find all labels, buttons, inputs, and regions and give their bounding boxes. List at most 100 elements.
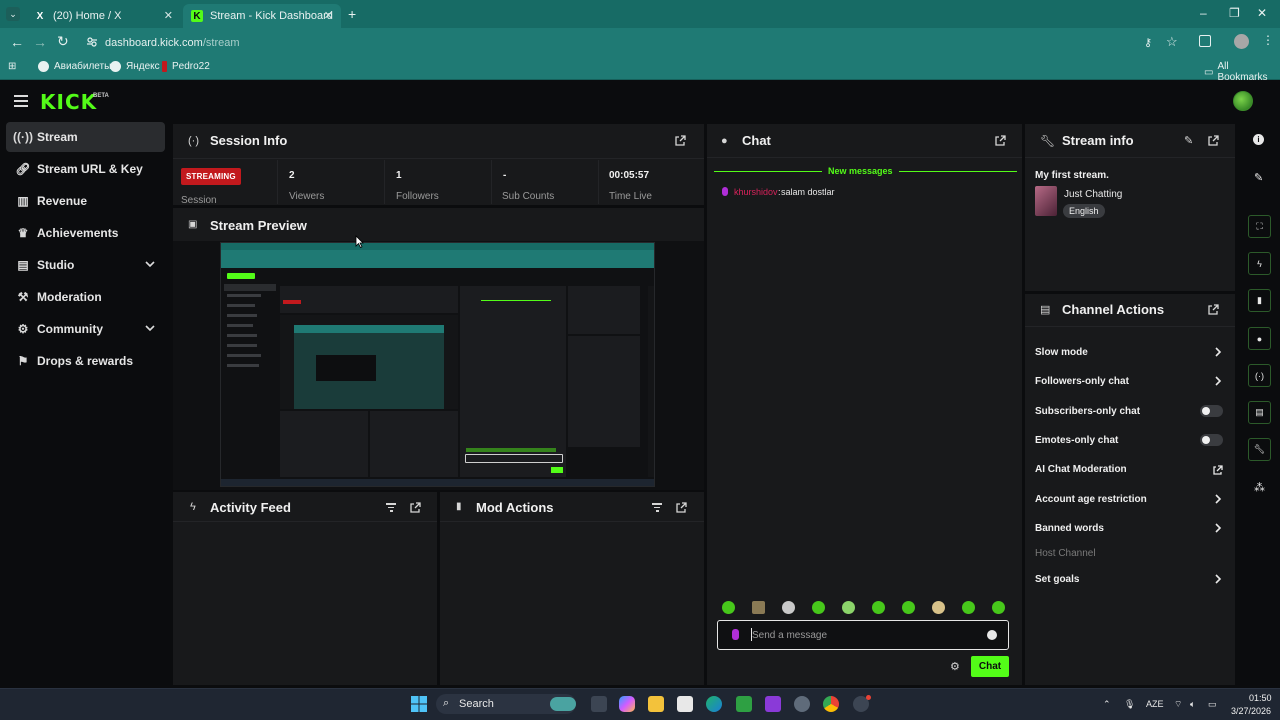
keyboard-language[interactable]: AZE bbox=[1146, 699, 1164, 709]
volume-icon[interactable]: 🔈︎ bbox=[1190, 699, 1195, 710]
set-goals-item[interactable]: Set goals bbox=[1035, 574, 1079, 585]
popout-icon[interactable] bbox=[1208, 135, 1219, 146]
followers-only-item[interactable]: Followers-only chat bbox=[1035, 376, 1129, 387]
sidebar-item-stream-url-key[interactable]: 🔗︎ Stream URL & Key bbox=[6, 154, 165, 184]
banned-words-item[interactable]: Banned words bbox=[1035, 523, 1104, 534]
rail-lightning-icon[interactable]: ϟ bbox=[1248, 252, 1271, 275]
apps-grid-icon[interactable]: ⊞ bbox=[8, 61, 16, 72]
slow-mode-item[interactable]: Slow mode bbox=[1035, 347, 1088, 358]
emote-icon[interactable] bbox=[992, 601, 1005, 614]
mic-icon[interactable] bbox=[732, 629, 739, 640]
popout-icon[interactable] bbox=[1208, 304, 1219, 315]
tab-search-button[interactable]: ⌄ bbox=[6, 7, 20, 21]
bookmark-item[interactable]: Pedro22 bbox=[162, 61, 210, 72]
chevron-down-icon[interactable] bbox=[145, 323, 155, 333]
xbox-icon[interactable] bbox=[736, 696, 752, 712]
stream-category[interactable]: Just Chatting bbox=[1064, 189, 1122, 200]
chevron-right-icon[interactable] bbox=[1214, 494, 1222, 504]
reload-icon[interactable]: ↻ bbox=[57, 33, 69, 50]
sidebar-item-moderation[interactable]: ⚒ Moderation bbox=[6, 282, 165, 312]
rail-shapes-icon[interactable]: ⁂ bbox=[1254, 481, 1265, 494]
ai-chat-moderation-item[interactable]: AI Chat Moderation bbox=[1035, 464, 1127, 475]
tab-close-icon[interactable]: ✕ bbox=[324, 9, 333, 22]
sidebar-item-studio[interactable]: ▤ Studio bbox=[6, 250, 165, 280]
tray-chevron-icon[interactable]: ⌃ bbox=[1103, 699, 1111, 710]
info-icon[interactable]: i bbox=[1253, 134, 1264, 145]
menu-icon[interactable] bbox=[14, 95, 28, 110]
chat-send-button[interactable]: Chat bbox=[971, 656, 1009, 677]
chevron-right-icon[interactable] bbox=[1214, 347, 1222, 357]
rail-stream-icon[interactable]: (·) bbox=[1248, 364, 1271, 387]
rail-scan-icon[interactable]: ⛶ bbox=[1248, 215, 1271, 238]
emote-icon[interactable] bbox=[812, 601, 825, 614]
bookmark-item[interactable]: Яндекс bbox=[110, 61, 160, 72]
rail-list-icon[interactable]: ▤ bbox=[1248, 401, 1271, 424]
sidebar-item-stream[interactable]: ((·)) Stream bbox=[6, 122, 165, 152]
sidebar-item-drops-rewards[interactable]: ⚑ Drops & rewards bbox=[6, 346, 165, 376]
wifi-icon[interactable]: ⌔ bbox=[1174, 699, 1182, 710]
popout-icon[interactable] bbox=[995, 135, 1006, 146]
window-close-icon[interactable]: ✕ bbox=[1257, 6, 1267, 20]
popout-icon[interactable] bbox=[675, 135, 686, 146]
sidebar-item-revenue[interactable]: ▥ Revenue bbox=[6, 186, 165, 216]
tab-close-icon[interactable]: ✕ bbox=[164, 9, 173, 22]
emote-icon[interactable] bbox=[932, 601, 945, 614]
emote-icon[interactable] bbox=[842, 601, 855, 614]
emotes-only-toggle[interactable] bbox=[1200, 434, 1223, 446]
password-key-icon[interactable]: ⚷ bbox=[1144, 36, 1152, 49]
chevron-down-icon[interactable] bbox=[145, 259, 155, 269]
sidebar-item-community[interactable]: ⚙ Community bbox=[6, 314, 165, 344]
new-tab-icon[interactable]: + bbox=[348, 6, 356, 22]
clock-time[interactable]: 01:50 bbox=[1249, 693, 1272, 703]
new-messages-label[interactable]: New messages bbox=[822, 166, 899, 176]
edit-pencil-icon[interactable]: ✎ bbox=[1254, 171, 1263, 184]
emote-icon[interactable] bbox=[782, 601, 795, 614]
profile-avatar[interactable] bbox=[1234, 34, 1249, 49]
rail-clipboard-icon[interactable]: ▮ bbox=[1248, 289, 1271, 312]
emote-icon[interactable] bbox=[902, 601, 915, 614]
emote-icon[interactable] bbox=[962, 601, 975, 614]
microphone-icon[interactable]: 🎙︎ bbox=[1124, 699, 1135, 710]
maximize-icon[interactable]: ❐ bbox=[1229, 6, 1240, 20]
settings-icon[interactable] bbox=[794, 696, 810, 712]
emoji-icon[interactable] bbox=[987, 630, 997, 640]
chat-username[interactable]: khurshidov bbox=[734, 187, 778, 197]
rail-wrench-icon[interactable]: 🔧︎ bbox=[1248, 438, 1271, 461]
edge-icon[interactable] bbox=[706, 696, 722, 712]
emote-icon[interactable] bbox=[872, 601, 885, 614]
emote-icon[interactable] bbox=[722, 601, 735, 614]
windows-start-icon[interactable] bbox=[411, 696, 427, 712]
external-link-icon[interactable] bbox=[1213, 465, 1223, 475]
emote-icon[interactable] bbox=[752, 601, 765, 614]
category-thumbnail[interactable] bbox=[1035, 186, 1057, 216]
chrome-icon[interactable] bbox=[823, 696, 839, 712]
file-explorer-icon[interactable] bbox=[648, 696, 664, 712]
filter-icon[interactable] bbox=[652, 503, 662, 512]
stream-preview-video[interactable] bbox=[220, 242, 655, 487]
app-icon[interactable] bbox=[765, 696, 781, 712]
battery-icon[interactable]: ▭ bbox=[1208, 699, 1217, 710]
rail-chat-icon[interactable]: ● bbox=[1248, 327, 1271, 350]
popout-icon[interactable] bbox=[410, 502, 421, 513]
user-avatar[interactable] bbox=[1233, 91, 1253, 111]
kick-logo[interactable]: KICK bbox=[40, 90, 97, 114]
chevron-right-icon[interactable] bbox=[1214, 523, 1222, 533]
chevron-right-icon[interactable] bbox=[1214, 574, 1222, 584]
forward-icon[interactable]: → bbox=[33, 34, 47, 50]
browser-tab-x[interactable]: X (20) Home / X ✕ bbox=[26, 4, 181, 28]
copilot-icon[interactable] bbox=[619, 696, 635, 712]
back-icon[interactable]: ← bbox=[10, 34, 24, 50]
clock-date[interactable]: 3/27/2026 bbox=[1231, 706, 1271, 716]
filter-icon[interactable] bbox=[386, 503, 396, 512]
extensions-icon[interactable] bbox=[1199, 35, 1211, 47]
site-info-icon[interactable] bbox=[86, 36, 98, 48]
task-view-icon[interactable] bbox=[591, 696, 607, 712]
address-bar[interactable] bbox=[80, 32, 1190, 52]
chat-settings-icon[interactable]: ⚙ bbox=[950, 660, 960, 673]
edit-pencil-icon[interactable]: ✎ bbox=[1184, 134, 1193, 147]
account-age-item[interactable]: Account age restriction bbox=[1035, 494, 1147, 505]
subscribers-only-toggle[interactable] bbox=[1200, 405, 1223, 417]
chevron-right-icon[interactable] bbox=[1214, 376, 1222, 386]
bookmark-item[interactable]: Авиабилеты bbox=[38, 61, 111, 72]
browser-menu-icon[interactable]: ⋮ bbox=[1262, 33, 1274, 47]
